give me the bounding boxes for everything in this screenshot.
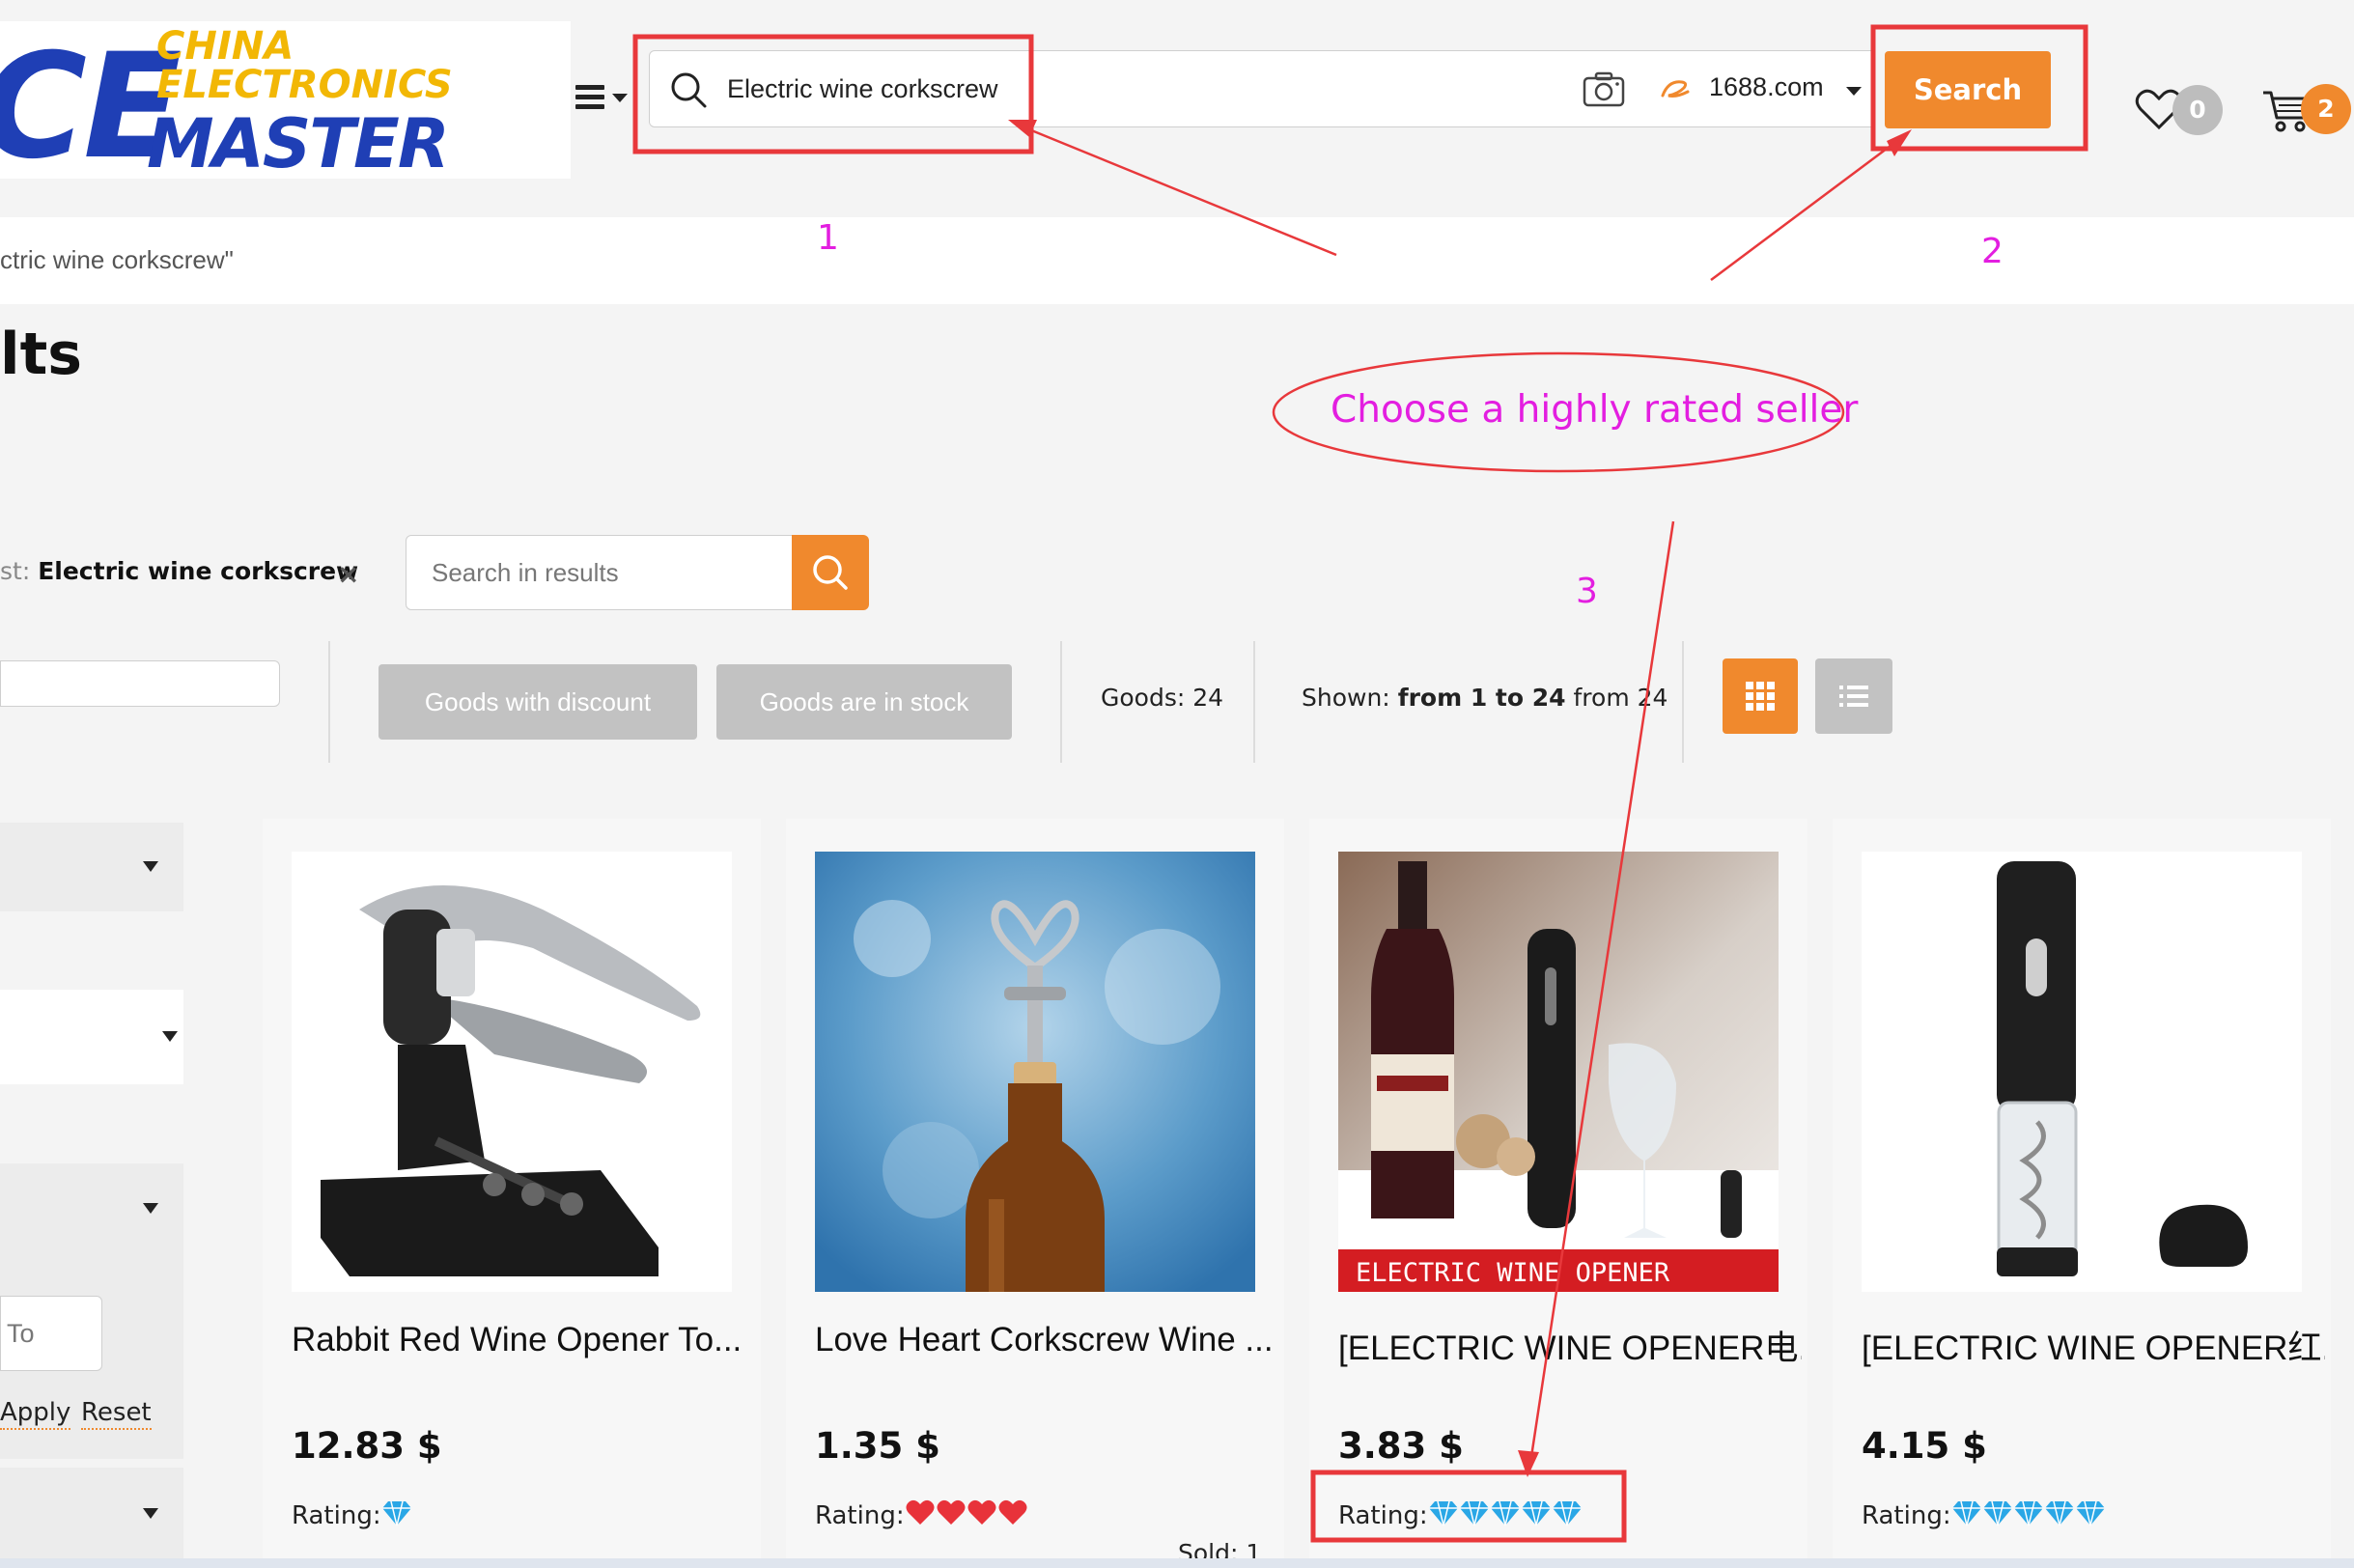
logo-line-1: CHINA — [156, 24, 294, 69]
product-title[interactable]: Love Heart Corkscrew Wine ... — [815, 1321, 1278, 1359]
diamond-icon — [1428, 1500, 1458, 1526]
search-input[interactable] — [727, 63, 1519, 115]
product-card[interactable]: Love Heart Corkscrew Wine ... 1.35 $ Rat… — [786, 819, 1284, 1568]
toolbar-divider — [1060, 641, 1062, 763]
shown-range-value: from 1 to 24 — [1397, 684, 1566, 712]
apply-filter-link[interactable]: Apply — [0, 1398, 71, 1431]
rating-icons — [905, 1498, 1028, 1534]
goods-count: Goods: 24 — [1101, 684, 1224, 712]
toolbar-divider — [1682, 641, 1684, 763]
active-query-filter: st: Electric wine corkscrew — [0, 557, 358, 585]
product-rating: Rating: — [1338, 1498, 1583, 1534]
chevron-down-icon — [143, 861, 158, 872]
diamond-icon — [1552, 1500, 1582, 1526]
alibaba-1688-icon — [1661, 80, 1690, 98]
goods-with-discount-chip[interactable]: Goods with discount — [378, 664, 697, 740]
product-price: 3.83 $ — [1338, 1425, 1464, 1467]
cart-count-badge: 2 — [2301, 84, 2351, 134]
logo-line-2: ELECTRONICS — [156, 63, 453, 107]
active-query-prefix: st: — [0, 557, 31, 585]
step-label-1: 1 — [817, 218, 839, 258]
callout-text: Choose a highly rated seller — [1331, 388, 1859, 432]
close-icon[interactable]: × — [337, 558, 359, 590]
product-image-black-opener[interactable] — [1862, 852, 2302, 1292]
heart-icon — [906, 1499, 935, 1525]
rating-icons — [381, 1498, 412, 1534]
search-icon — [813, 555, 848, 590]
product-image-rabbit-opener[interactable] — [292, 852, 732, 1292]
diamond-icon — [381, 1500, 411, 1526]
chevron-down-icon — [162, 1031, 178, 1042]
product-title[interactable]: [ELECTRIC WINE OPENER电... — [1338, 1321, 1802, 1370]
product-card[interactable]: [ELECTRIC WINE OPENER红... 4.15 $ Rating: — [1833, 819, 2331, 1568]
product-rating: Rating: — [815, 1498, 1028, 1534]
heart-icon — [998, 1499, 1027, 1525]
product-card[interactable]: Rabbit Red Wine Opener To... 12.83 $ Rat… — [263, 819, 761, 1568]
list-icon — [1839, 686, 1868, 707]
product-rating: Rating: — [292, 1498, 412, 1534]
product-price: 12.83 $ — [292, 1425, 442, 1467]
price-to-input[interactable]: To — [0, 1296, 102, 1371]
product-rating: Rating: — [1862, 1498, 2106, 1534]
wishlist-count-badge: 0 — [2172, 85, 2223, 135]
product-image-heart-corkscrew[interactable] — [815, 852, 1255, 1292]
chevron-down-icon — [1846, 87, 1862, 96]
diamond-icon — [2044, 1500, 2074, 1526]
diamond-icon — [1521, 1500, 1551, 1526]
diamond-icon — [1490, 1500, 1520, 1526]
shown-range: Shown: from 1 to 24 from 24 — [1302, 684, 1668, 712]
product-title[interactable]: Rabbit Red Wine Opener To... — [292, 1321, 755, 1359]
product-price: 1.35 $ — [815, 1425, 940, 1467]
search-button[interactable]: Search — [1885, 51, 2051, 128]
product-price: 4.15 $ — [1862, 1425, 1987, 1467]
diamond-icon — [1982, 1500, 2012, 1526]
chevron-down-icon — [143, 1508, 158, 1519]
search-in-results-button[interactable] — [792, 535, 869, 610]
product-image-electric-opener[interactable]: ELECTRIC WINE OPENER — [1338, 852, 1779, 1292]
rating-icons — [1951, 1498, 2106, 1534]
source-select[interactable]: 1688.com — [1641, 50, 1875, 127]
heart-icon — [937, 1499, 966, 1525]
diamond-icon — [2075, 1500, 2105, 1526]
sort-select[interactable] — [0, 660, 280, 707]
search-icon — [671, 72, 707, 108]
rating-icons — [1428, 1498, 1583, 1534]
toolbar-divider — [1253, 641, 1255, 763]
diamond-icon — [2013, 1500, 2043, 1526]
product-title[interactable]: [ELECTRIC WINE OPENER红... — [1862, 1321, 2325, 1370]
diamond-icon — [1459, 1500, 1489, 1526]
search-in-results-input[interactable] — [432, 549, 779, 596]
header: CE CHINA ELECTRONICS MASTER 1688.com Sea… — [0, 0, 2354, 217]
reset-filter-link[interactable]: Reset — [81, 1398, 152, 1431]
breadcrumb: ctric wine corkscrew" — [0, 245, 234, 274]
sidebar-filter-section[interactable] — [0, 990, 183, 1084]
list-view-button[interactable] — [1815, 658, 1892, 734]
product-card[interactable]: ELECTRIC WINE OPENER [ELECTRIC WINE OPEN… — [1309, 819, 1808, 1568]
goods-in-stock-chip[interactable]: Goods are in stock — [716, 664, 1012, 740]
active-query-value: Electric wine corkscrew — [38, 557, 359, 585]
page-bottom-edge — [0, 1558, 2354, 1568]
chevron-down-icon — [143, 1203, 158, 1214]
diamond-icon — [1951, 1500, 1981, 1526]
search-in-results — [406, 535, 794, 610]
toolbar-divider — [328, 641, 330, 763]
hamburger-icon — [575, 85, 604, 109]
camera-icon[interactable] — [1583, 70, 1625, 109]
site-logo[interactable]: CE CHINA ELECTRONICS MASTER — [0, 21, 571, 179]
heart-icon — [967, 1499, 996, 1525]
page-title: lts — [0, 321, 82, 388]
logo-line-3: MASTER — [147, 104, 450, 179]
source-select-value: 1688.com — [1709, 72, 1824, 101]
shown-range-total: from 24 — [1573, 684, 1668, 712]
grid-view-button[interactable] — [1723, 658, 1798, 734]
step-label-3: 3 — [1576, 572, 1598, 611]
menu-button[interactable] — [575, 85, 628, 114]
product-image-banner: ELECTRIC WINE OPENER — [1356, 1258, 1670, 1288]
caret-down-icon — [612, 94, 628, 102]
search-bar — [649, 50, 1643, 127]
step-label-2: 2 — [1981, 232, 2004, 271]
grid-icon — [1746, 682, 1775, 711]
